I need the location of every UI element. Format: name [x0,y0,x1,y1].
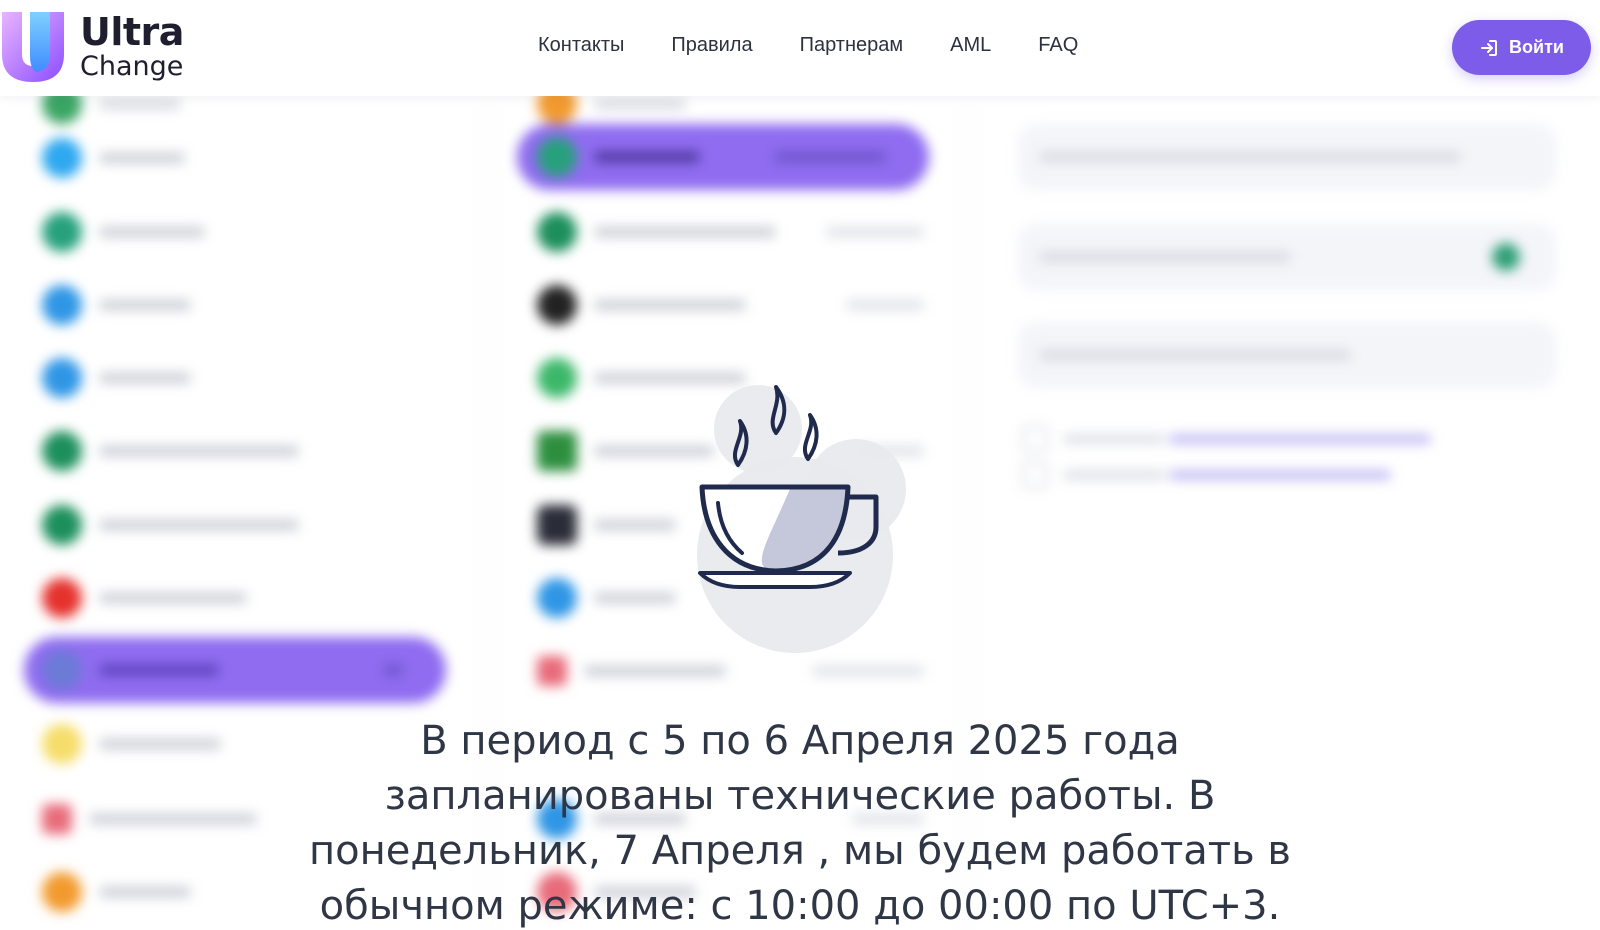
logo-text-ultra: Ultra [80,9,184,54]
give-currency-list [0,84,478,930]
page: Ultra Change Контакты Правила Партнерам … [0,0,1600,930]
logo[interactable]: Ultra Change [0,8,184,84]
login-arrow-icon [1481,39,1498,56]
nav-link-rules[interactable]: Правила [671,34,752,57]
main-nav: Контакты Правила Партнерам AML FAQ [538,34,1125,57]
login-button-label: Войти [1509,37,1564,57]
nav-link-contacts[interactable]: Контакты [538,34,624,57]
nav-link-faq[interactable]: FAQ [1038,34,1078,57]
login-button[interactable]: Войти [1452,20,1591,75]
logo-text-change: Change [80,50,184,82]
site-header: Ultra Change Контакты Правила Партнерам … [0,0,1600,96]
logo-icon [2,12,64,82]
nav-link-aml[interactable]: AML [950,34,991,57]
nav-link-partners[interactable]: Партнерам [800,34,904,57]
exchange-form [1000,96,1600,930]
receive-currency-list [488,84,968,930]
blurred-exchange-background [0,84,1600,930]
